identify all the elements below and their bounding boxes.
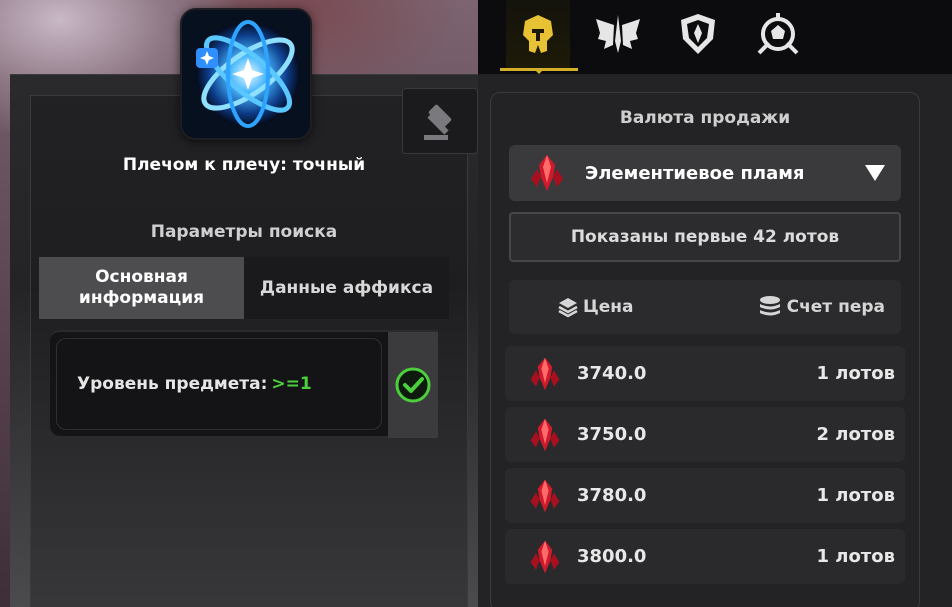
red-crystal-icon	[530, 479, 560, 512]
wings-sword-icon	[596, 15, 640, 53]
auction-tab[interactable]	[402, 88, 478, 154]
results-list: 3740.0 1 лотов 3750.0 2 лотов 3780.0 1 л…	[505, 346, 905, 590]
gold-helmet-icon	[523, 15, 553, 53]
nav-tab-crosshair[interactable]	[746, 0, 810, 68]
nav-tab-helmet[interactable]	[506, 0, 570, 68]
count-column-header[interactable]: Счет пера	[757, 295, 885, 319]
dropdown-arrow-icon	[865, 165, 885, 181]
search-params-title: Параметры поиска	[150, 222, 338, 242]
tab-basic-info[interactable]: Основная информация	[39, 257, 244, 319]
item-level-filter[interactable]: Уровень предмета: >=1	[50, 330, 438, 438]
price-column-header[interactable]: Цена	[557, 296, 634, 318]
tab-affix-data[interactable]: Данные аффикса	[244, 257, 449, 319]
count-header-label: Счет пера	[786, 297, 885, 317]
blue-orbit-skill-icon	[182, 10, 310, 138]
lot-count: 1 лотов	[816, 363, 895, 384]
lot-row[interactable]: 3750.0 2 лотов	[505, 407, 905, 462]
lot-count: 1 лотов	[816, 485, 895, 506]
lot-count: 1 лотов	[816, 546, 895, 567]
lot-price: 3750.0	[577, 424, 647, 445]
red-crystal-icon	[531, 155, 563, 191]
currency-selected: Элементиевое пламя	[585, 162, 805, 184]
lot-row[interactable]: 3740.0 1 лотов	[505, 346, 905, 401]
search-tabs: Основная информация Данные аффикса	[39, 257, 449, 319]
filter-field[interactable]: Уровень предмета: >=1	[56, 338, 382, 430]
item-name: Плечом к плечу: точный	[122, 155, 366, 175]
nav-tab-shield[interactable]	[666, 0, 730, 68]
item-icon	[180, 8, 312, 140]
crosshair-skull-icon	[757, 13, 799, 55]
filter-toggle[interactable]	[388, 332, 438, 438]
gavel-icon	[424, 104, 452, 140]
shown-lots-info: Показаны первые 42 лотов	[509, 212, 901, 262]
results-header: Цена Счет пера	[509, 280, 901, 334]
currency-dropdown[interactable]: Элементиевое пламя	[509, 145, 901, 201]
red-crystal-icon	[530, 418, 560, 451]
price-header-label: Цена	[583, 297, 634, 317]
lot-price: 3780.0	[577, 485, 647, 506]
filter-label: Уровень предмета:	[77, 374, 268, 394]
nav-tab-wings[interactable]	[586, 0, 650, 68]
red-crystal-icon	[530, 540, 560, 573]
lot-count: 2 лотов	[816, 424, 895, 445]
lot-price: 3740.0	[577, 363, 647, 384]
filter-value: >=1	[271, 374, 312, 394]
lot-row[interactable]: 3800.0 1 лотов	[505, 529, 905, 584]
stack-layers-icon	[558, 298, 578, 318]
coin-stack-icon	[759, 296, 780, 316]
lot-row[interactable]: 3780.0 1 лотов	[505, 468, 905, 523]
green-check-icon	[395, 367, 431, 403]
lot-price: 3800.0	[577, 546, 647, 567]
shield-emblem-icon	[681, 14, 715, 54]
currency-title: Валюта продажи	[619, 108, 791, 128]
red-crystal-icon	[530, 357, 560, 390]
